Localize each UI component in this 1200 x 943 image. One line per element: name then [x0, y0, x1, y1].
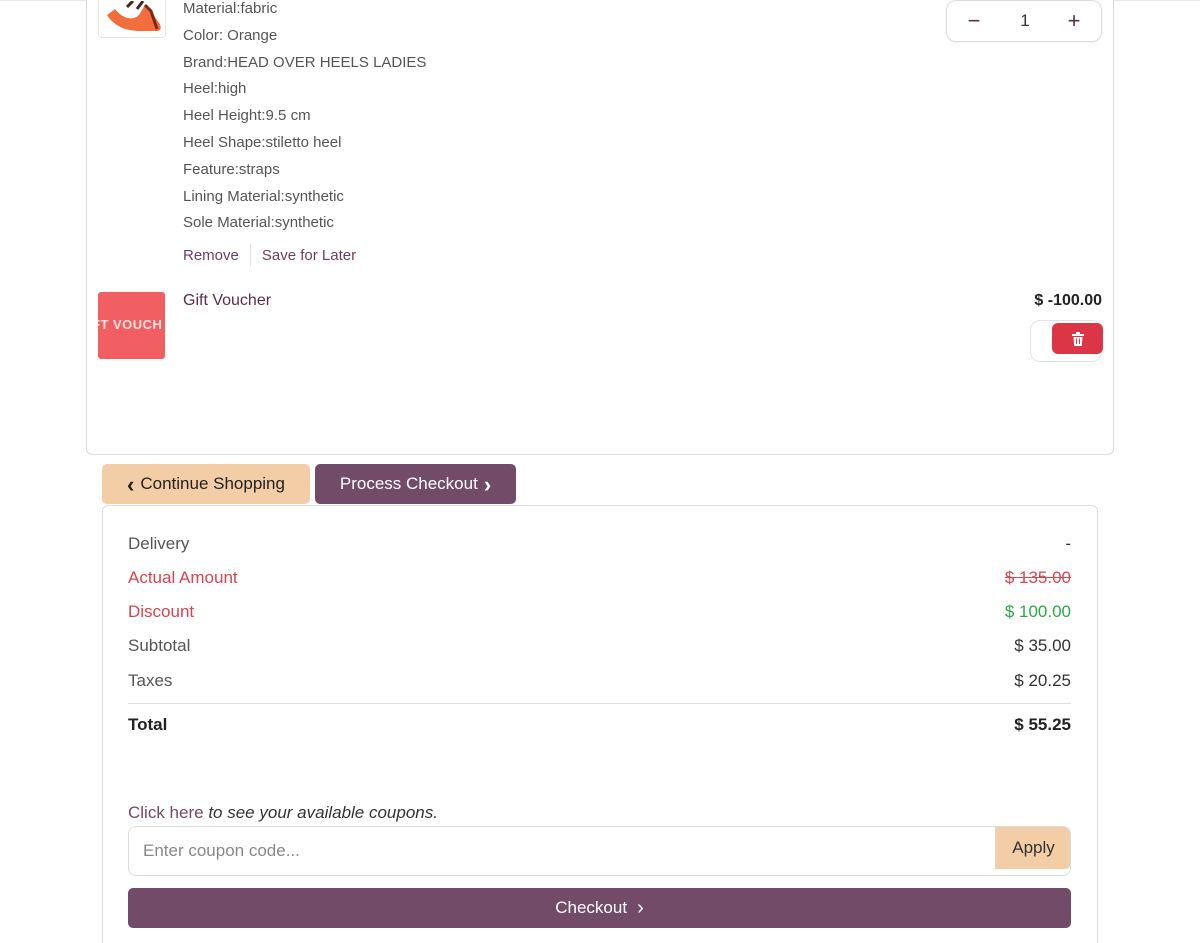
product-attributes: Material:fabric Color: Orange Brand:HEAD…: [183, 0, 426, 237]
orange-heels-shoe-icon: [107, 1, 161, 31]
coupon-hint: Click here to see your available coupons…: [128, 803, 438, 823]
plus-icon[interactable]: +: [1062, 9, 1086, 33]
total-label: Total: [128, 715, 168, 734]
continue-shopping-label: Continue Shopping: [140, 474, 285, 493]
attr-material: Material:fabric: [183, 0, 278, 17]
product-thumbnail[interactable]: [98, 0, 166, 38]
attr-heel-height: Heel Height:9.5 cm: [183, 107, 311, 125]
delivery-label: Delivery: [128, 534, 190, 553]
taxes-row: Taxes $ 20.25: [128, 671, 1071, 691]
process-checkout-label: Process Checkout: [339, 474, 478, 493]
process-checkout-button[interactable]: Process Checkout ›: [315, 464, 516, 504]
delivery-row: Delivery -: [128, 534, 1071, 554]
continue-shopping-button[interactable]: ‹ Continue Shopping: [102, 464, 310, 504]
voucher-image-text: FT VOUCH: [98, 317, 163, 332]
subtotal-value: $ 35.00: [1014, 636, 1071, 655]
remove-link[interactable]: Remove: [183, 247, 239, 264]
subtotal-row: Subtotal $ 35.00: [128, 636, 1071, 656]
discount-label: Discount: [128, 602, 195, 621]
discount-value: $ 100.00: [1004, 602, 1071, 621]
discount-row: Discount $ 100.00: [128, 602, 1071, 622]
taxes-value: $ 20.25: [1014, 671, 1071, 690]
attr-heel-shape: Heel Shape:stiletto heel: [183, 133, 342, 151]
delivery-value: -: [1065, 534, 1071, 553]
voucher-price: $ -100.00: [1034, 292, 1102, 309]
checkout-button[interactable]: Checkout ›: [128, 888, 1071, 928]
delete-voucher-button[interactable]: [1052, 323, 1103, 354]
voucher-thumbnail: FT VOUCH: [98, 292, 165, 359]
subtotal-label: Subtotal: [128, 636, 191, 655]
checkout-label: Checkout: [555, 898, 628, 917]
coupon-code-input[interactable]: [129, 827, 995, 875]
quantity-stepper: − 1 +: [946, 0, 1102, 42]
minus-icon[interactable]: −: [962, 9, 986, 33]
attr-heel: Heel:high: [183, 80, 247, 98]
attr-lining-material: Lining Material:synthetic: [183, 187, 344, 205]
see-coupons-link[interactable]: Click here: [128, 803, 204, 822]
attr-color: Color: Orange: [183, 26, 278, 44]
action-separator: [249, 244, 251, 266]
attr-sole-material: Sole Material:synthetic: [183, 214, 334, 232]
voucher-name: Gift Voucher: [183, 292, 272, 309]
voucher-delete-wrap: [1030, 320, 1103, 362]
total-row: Total $ 55.25: [128, 715, 1071, 735]
quantity-value[interactable]: 1: [1007, 11, 1043, 31]
apply-coupon-button[interactable]: Apply: [995, 827, 1070, 869]
total-value: $ 55.25: [1014, 715, 1071, 734]
item-actions: Remove Save for Later: [183, 244, 356, 266]
trash-icon: [1071, 331, 1084, 346]
attr-feature: Feature:straps: [183, 160, 280, 178]
attr-brand: Brand:HEAD OVER HEELS LADIES: [183, 53, 427, 71]
coupon-form: Apply: [128, 826, 1071, 876]
chevron-right-icon: ›: [637, 896, 644, 919]
coupon-hint-text: to see your available coupons.: [208, 803, 438, 822]
save-for-later-link[interactable]: Save for Later: [262, 247, 356, 264]
actual-amount-row: Actual Amount $ 135.00: [128, 568, 1071, 588]
chevron-left-icon: ‹: [127, 471, 135, 497]
actual-amount-label: Actual Amount: [128, 568, 238, 587]
chevron-right-icon: ›: [483, 471, 492, 497]
actual-amount-value: $ 135.00: [1004, 568, 1071, 587]
taxes-label: Taxes: [128, 671, 173, 690]
summary-divider: [128, 703, 1071, 704]
